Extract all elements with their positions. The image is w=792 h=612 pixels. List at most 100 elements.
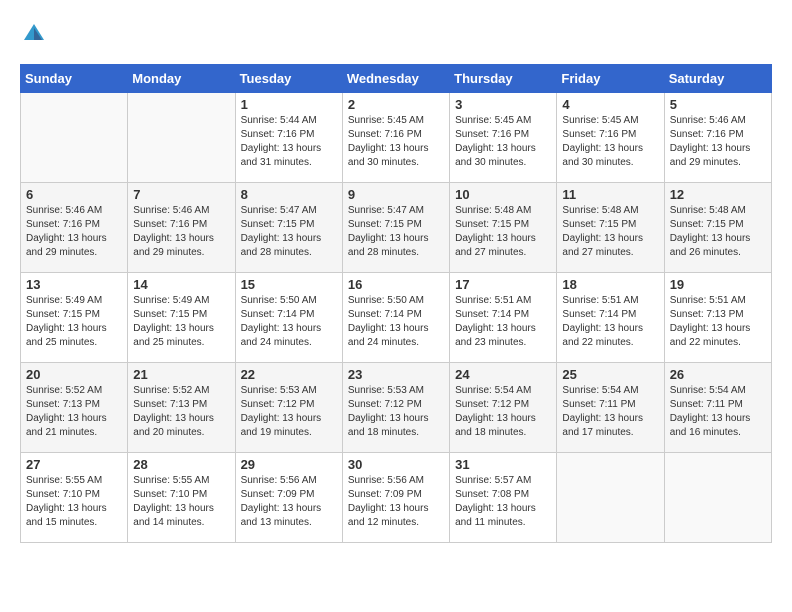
day-info: Sunrise: 5:52 AM Sunset: 7:13 PM Dayligh… (26, 384, 122, 440)
day-info: Sunrise: 5:55 AM Sunset: 7:10 PM Dayligh… (26, 474, 122, 530)
day-info: Sunrise: 5:56 AM Sunset: 7:09 PM Dayligh… (348, 474, 444, 530)
page-header (20, 20, 772, 48)
calendar-cell: 1 Sunrise: 5:44 AM Sunset: 7:16 PM Daylig… (235, 93, 342, 183)
day-info: Sunrise: 5:47 AM Sunset: 7:15 PM Dayligh… (348, 204, 444, 260)
calendar-cell: 31 Sunrise: 5:57 AM Sunset: 7:08 PM Dayli… (450, 453, 557, 543)
day-number: 21 (133, 367, 229, 382)
day-info: Sunrise: 5:50 AM Sunset: 7:14 PM Dayligh… (348, 294, 444, 350)
day-number: 19 (670, 277, 766, 292)
calendar-cell: 14 Sunrise: 5:49 AM Sunset: 7:15 PM Dayli… (128, 273, 235, 363)
header-thursday: Thursday (450, 65, 557, 93)
day-number: 30 (348, 457, 444, 472)
calendar-header-row: SundayMondayTuesdayWednesdayThursdayFrid… (21, 65, 772, 93)
calendar-table: SundayMondayTuesdayWednesdayThursdayFrid… (20, 64, 772, 543)
calendar-cell: 20 Sunrise: 5:52 AM Sunset: 7:13 PM Dayli… (21, 363, 128, 453)
day-number: 24 (455, 367, 551, 382)
calendar-cell: 25 Sunrise: 5:54 AM Sunset: 7:11 PM Dayli… (557, 363, 664, 453)
day-info: Sunrise: 5:48 AM Sunset: 7:15 PM Dayligh… (562, 204, 658, 260)
calendar-cell: 21 Sunrise: 5:52 AM Sunset: 7:13 PM Dayli… (128, 363, 235, 453)
day-info: Sunrise: 5:46 AM Sunset: 7:16 PM Dayligh… (670, 114, 766, 170)
calendar-cell: 22 Sunrise: 5:53 AM Sunset: 7:12 PM Dayli… (235, 363, 342, 453)
calendar-cell: 8 Sunrise: 5:47 AM Sunset: 7:15 PM Daylig… (235, 183, 342, 273)
calendar-cell: 4Sunrise: 5:45 AM Sunset: 7:16 PM Daylig… (557, 93, 664, 183)
calendar-cell: 18 Sunrise: 5:51 AM Sunset: 7:14 PM Dayli… (557, 273, 664, 363)
day-info: Sunrise: 5:48 AM Sunset: 7:15 PM Dayligh… (455, 204, 551, 260)
day-info: Sunrise: 5:51 AM Sunset: 7:14 PM Dayligh… (455, 294, 551, 350)
day-number: 8 (241, 187, 337, 202)
day-number: 17 (455, 277, 551, 292)
calendar-cell: 26 Sunrise: 5:54 AM Sunset: 7:11 PM Dayli… (664, 363, 771, 453)
header-saturday: Saturday (664, 65, 771, 93)
calendar-cell: 16Sunrise: 5:50 AM Sunset: 7:14 PM Dayli… (342, 273, 449, 363)
calendar-week-row: 1 Sunrise: 5:44 AM Sunset: 7:16 PM Daylig… (21, 93, 772, 183)
calendar-cell: 2Sunrise: 5:45 AM Sunset: 7:16 PM Daylig… (342, 93, 449, 183)
day-info: Sunrise: 5:45 AM Sunset: 7:16 PM Dayligh… (455, 114, 551, 170)
calendar-cell: 7 Sunrise: 5:46 AM Sunset: 7:16 PM Daylig… (128, 183, 235, 273)
day-number: 28 (133, 457, 229, 472)
day-number: 25 (562, 367, 658, 382)
calendar-cell: 6Sunrise: 5:46 AM Sunset: 7:16 PM Daylig… (21, 183, 128, 273)
header-sunday: Sunday (21, 65, 128, 93)
calendar-week-row: 6 Sunrise: 5:46 AM Sunset: 7:16 PM Daylig… (21, 183, 772, 273)
day-info: Sunrise: 5:55 AM Sunset: 7:10 PM Dayligh… (133, 474, 229, 530)
day-info: Sunrise: 5:44 AM Sunset: 7:16 PM Dayligh… (241, 114, 337, 170)
day-info: Sunrise: 5:53 AM Sunset: 7:12 PM Dayligh… (348, 384, 444, 440)
calendar-week-row: 27 Sunrise: 5:55 AM Sunset: 7:10 PM Dayli… (21, 453, 772, 543)
day-number: 22 (241, 367, 337, 382)
day-info: Sunrise: 5:49 AM Sunset: 7:15 PM Dayligh… (133, 294, 229, 350)
header-wednesday: Wednesday (342, 65, 449, 93)
calendar-cell: 17 Sunrise: 5:51 AM Sunset: 7:14 PM Dayli… (450, 273, 557, 363)
day-info: Sunrise: 5:50 AM Sunset: 7:14 PM Dayligh… (241, 294, 337, 350)
calendar-cell: 28 Sunrise: 5:55 AM Sunset: 7:10 PM Dayli… (128, 453, 235, 543)
day-number: 26 (670, 367, 766, 382)
header-friday: Friday (557, 65, 664, 93)
calendar-cell: 9 Sunrise: 5:47 AM Sunset: 7:15 PM Daylig… (342, 183, 449, 273)
day-number: 12 (670, 187, 766, 202)
day-info: Sunrise: 5:52 AM Sunset: 7:13 PM Dayligh… (133, 384, 229, 440)
day-number: 18 (562, 277, 658, 292)
header-monday: Monday (128, 65, 235, 93)
day-number: 5 (670, 97, 766, 112)
day-number: 31 (455, 457, 551, 472)
day-number: 1 (241, 97, 337, 112)
day-number: 15 (241, 277, 337, 292)
day-number: 6 (26, 187, 122, 202)
calendar-cell: 12 Sunrise: 5:48 AM Sunset: 7:15 PM Dayli… (664, 183, 771, 273)
calendar-cell: 13 Sunrise: 5:49 AM Sunset: 7:15 PM Dayli… (21, 273, 128, 363)
calendar-cell: 23Sunrise: 5:53 AM Sunset: 7:12 PM Dayli… (342, 363, 449, 453)
calendar-cell (557, 453, 664, 543)
calendar-cell: 19 Sunrise: 5:51 AM Sunset: 7:13 PM Dayli… (664, 273, 771, 363)
calendar-cell: 5 Sunrise: 5:46 AM Sunset: 7:16 PM Daylig… (664, 93, 771, 183)
day-info: Sunrise: 5:45 AM Sunset: 7:16 PM Dayligh… (562, 114, 658, 170)
day-info: Sunrise: 5:57 AM Sunset: 7:08 PM Dayligh… (455, 474, 551, 530)
logo (20, 20, 52, 48)
day-number: 9 (348, 187, 444, 202)
calendar-cell: 27 Sunrise: 5:55 AM Sunset: 7:10 PM Dayli… (21, 453, 128, 543)
day-info: Sunrise: 5:46 AM Sunset: 7:16 PM Dayligh… (133, 204, 229, 260)
calendar-cell (664, 453, 771, 543)
day-info: Sunrise: 5:48 AM Sunset: 7:15 PM Dayligh… (670, 204, 766, 260)
day-info: Sunrise: 5:49 AM Sunset: 7:15 PM Dayligh… (26, 294, 122, 350)
day-number: 10 (455, 187, 551, 202)
day-info: Sunrise: 5:56 AM Sunset: 7:09 PM Dayligh… (241, 474, 337, 530)
logo-icon (20, 20, 48, 48)
day-info: Sunrise: 5:47 AM Sunset: 7:15 PM Dayligh… (241, 204, 337, 260)
calendar-cell (21, 93, 128, 183)
day-info: Sunrise: 5:51 AM Sunset: 7:14 PM Dayligh… (562, 294, 658, 350)
day-info: Sunrise: 5:54 AM Sunset: 7:12 PM Dayligh… (455, 384, 551, 440)
day-number: 7 (133, 187, 229, 202)
day-info: Sunrise: 5:53 AM Sunset: 7:12 PM Dayligh… (241, 384, 337, 440)
day-info: Sunrise: 5:51 AM Sunset: 7:13 PM Dayligh… (670, 294, 766, 350)
calendar-cell: 11 Sunrise: 5:48 AM Sunset: 7:15 PM Dayli… (557, 183, 664, 273)
day-info: Sunrise: 5:54 AM Sunset: 7:11 PM Dayligh… (670, 384, 766, 440)
calendar-week-row: 20 Sunrise: 5:52 AM Sunset: 7:13 PM Dayli… (21, 363, 772, 453)
day-info: Sunrise: 5:54 AM Sunset: 7:11 PM Dayligh… (562, 384, 658, 440)
calendar-cell: 10 Sunrise: 5:48 AM Sunset: 7:15 PM Dayli… (450, 183, 557, 273)
day-number: 14 (133, 277, 229, 292)
calendar-cell: 29Sunrise: 5:56 AM Sunset: 7:09 PM Dayli… (235, 453, 342, 543)
day-number: 20 (26, 367, 122, 382)
day-number: 27 (26, 457, 122, 472)
day-number: 13 (26, 277, 122, 292)
calendar-cell: 3Sunrise: 5:45 AM Sunset: 7:16 PM Daylig… (450, 93, 557, 183)
day-number: 11 (562, 187, 658, 202)
